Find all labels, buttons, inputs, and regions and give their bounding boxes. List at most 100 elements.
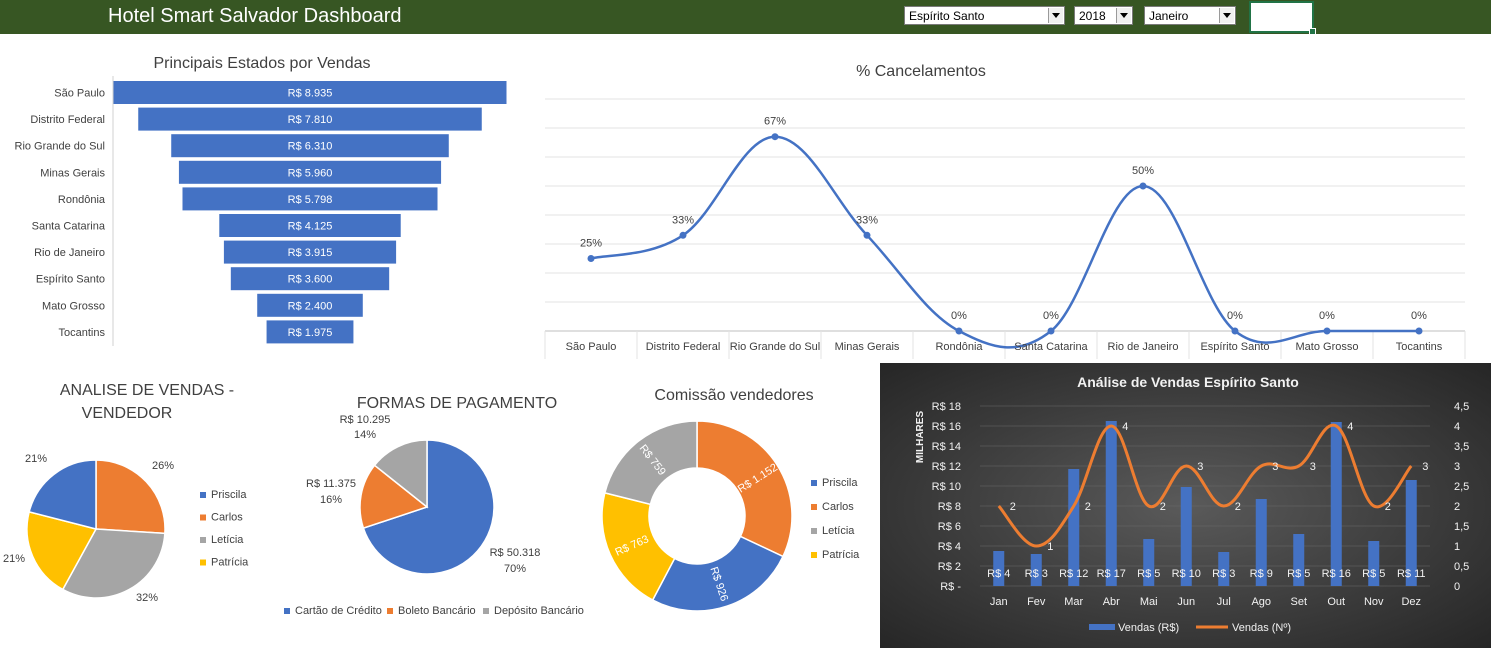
data-label: 33% [856, 214, 878, 226]
percent-label: 14% [354, 429, 376, 441]
commission-donut: Comissão vendedores R$ 1.152R$ 926R$ 763… [601, 387, 860, 612]
y-tick-label: R$ 16 [932, 421, 961, 433]
legend-swatch [200, 559, 206, 566]
chart-title: Principais Estados por Vendas [153, 55, 370, 72]
legend-swatch [387, 608, 393, 614]
data-label: R$ 5.960 [288, 167, 333, 179]
payment-methods-pie: FORMAS DE PAGAMENTO R$ 50.318 70% R$ 11.37… [284, 395, 584, 617]
selected-cell[interactable] [1249, 1, 1316, 35]
legend-label: Cartão de Crédito [295, 605, 382, 617]
legend-label: Depósito Bancário [494, 605, 584, 617]
category-label: Minas Gerais [40, 167, 105, 179]
legend-label: Letícia [211, 534, 244, 546]
y-tick-label: R$ 10 [932, 481, 961, 493]
data-point [955, 327, 963, 335]
y2-tick-label: 1 [1454, 541, 1460, 553]
dashboard-title: Hotel Smart Salvador Dashboard [108, 5, 402, 27]
bar-data-label: R$ 5 [1287, 568, 1310, 580]
category-label: Fev [1027, 596, 1046, 608]
category-label: Jun [1177, 596, 1195, 608]
y-tick-label: R$ 14 [932, 441, 961, 453]
data-point [1139, 182, 1147, 190]
y2-tick-label: 3,5 [1454, 441, 1469, 453]
y2-tick-label: 2,5 [1454, 481, 1469, 493]
percent-label: 16% [320, 494, 342, 506]
bar [1105, 421, 1117, 586]
data-point [1231, 327, 1239, 335]
category-label: Rondônia [58, 194, 106, 206]
category-label: Mai [1140, 596, 1158, 608]
legend-swatch [811, 552, 817, 558]
category-label: Santa Catarina [32, 221, 106, 233]
year-dropdown[interactable]: 2018 [1074, 6, 1133, 25]
chevron-down-icon[interactable] [1116, 8, 1131, 23]
chart-title: % Cancelamentos [856, 63, 986, 80]
year-dropdown-value: 2018 [1079, 9, 1106, 23]
data-point [863, 231, 871, 239]
category-label: Tocantins [59, 327, 106, 339]
category-label: Set [1290, 596, 1307, 608]
data-label: 21% [25, 453, 47, 465]
data-label: 32% [136, 592, 158, 604]
y2-tick-label: 0,5 [1454, 561, 1469, 573]
bar-data-label: R$ 3 [1025, 568, 1048, 580]
series-line [590, 135, 1419, 349]
bar-data-label: R$ 4 [987, 568, 1010, 580]
y2-tick-label: 2 [1454, 501, 1460, 513]
legend-swatch [200, 537, 206, 543]
category-label: Tocantins [1396, 341, 1443, 353]
data-point [1415, 327, 1423, 335]
category-label: Rio de Janeiro [34, 247, 105, 259]
y-tick-label: R$ 2 [938, 561, 961, 573]
month-dropdown[interactable]: Janeiro [1144, 6, 1236, 25]
data-label: R$ 8.935 [288, 88, 333, 100]
data-label: R$ 4.125 [288, 221, 333, 233]
category-label: Mar [1064, 596, 1083, 608]
title-line: ANALISE DE VENDAS - [60, 382, 234, 399]
line-data-label: 3 [1272, 461, 1278, 473]
legend-swatch [811, 480, 817, 486]
bar-data-label: R$ 10 [1172, 568, 1201, 580]
legend-label: Boleto Bancário [398, 605, 476, 617]
category-label: Out [1327, 596, 1345, 608]
data-label: R$ 1.975 [288, 327, 333, 339]
legend-label: Vendas (R$) [1118, 622, 1179, 634]
chart-title: Análise de Vendas Espírito Santo [1077, 374, 1299, 390]
category-label: Rondônia [935, 341, 983, 353]
category-label: São Paulo [566, 341, 617, 353]
data-label: R$ 3.600 [288, 274, 333, 286]
data-label: 0% [1043, 310, 1059, 322]
legend-label: Priscila [822, 477, 858, 489]
line-data-label: 3 [1422, 461, 1428, 473]
y-tick-label: R$ 18 [932, 401, 961, 413]
chevron-down-icon[interactable] [1048, 8, 1063, 23]
category-label: Abr [1103, 596, 1120, 608]
category-label: Rio de Janeiro [1108, 341, 1179, 353]
bar-data-label: R$ 5 [1137, 568, 1160, 580]
data-label: 21% [3, 553, 25, 565]
data-point [1047, 327, 1055, 335]
line-data-label: 1 [1047, 541, 1053, 553]
line-data-label: 4 [1347, 421, 1353, 433]
y-axis-label: MILHARES [915, 411, 926, 464]
category-label: Rio Grande do Sul [15, 141, 106, 153]
chart-title: FORMAS DE PAGAMENTO [357, 395, 557, 412]
legend-label: Patrícia [211, 557, 249, 569]
legend-swatch [200, 492, 206, 498]
data-label: 0% [1319, 310, 1335, 322]
state-dropdown[interactable]: Espírito Santo [904, 6, 1065, 25]
bar-data-label: R$ 12 [1059, 568, 1088, 580]
chevron-down-icon[interactable] [1219, 8, 1234, 23]
legend-swatch [811, 528, 817, 534]
line-data-label: 2 [1085, 501, 1091, 513]
legend-swatch [811, 504, 817, 510]
data-label: 33% [672, 214, 694, 226]
data-label: R$ 10.295 [340, 414, 391, 426]
category-label: Mato Grosso [1296, 341, 1359, 353]
y-tick-label: R$ 4 [938, 541, 961, 553]
data-point [587, 255, 595, 262]
data-label: 0% [951, 310, 967, 322]
category-label: Mato Grosso [42, 300, 105, 312]
data-label: R$ 11.375 [306, 478, 356, 490]
category-label: Nov [1364, 596, 1384, 608]
